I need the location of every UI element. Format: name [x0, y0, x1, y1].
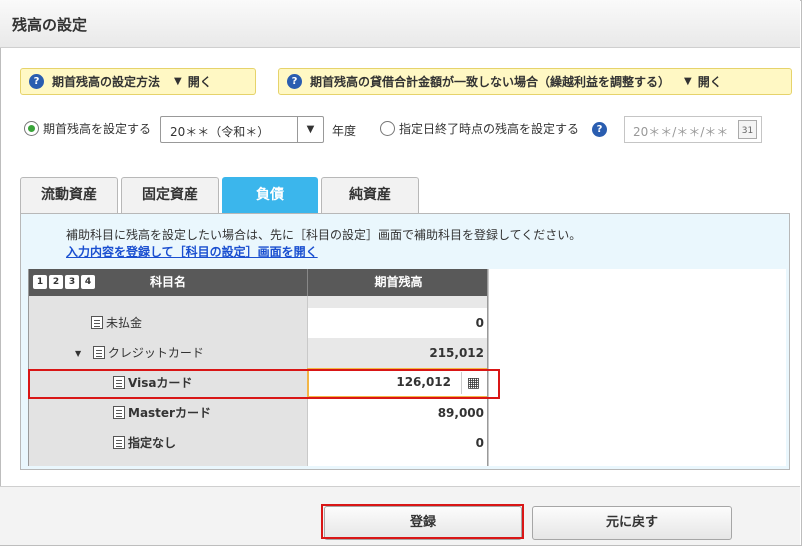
document-icon — [113, 406, 125, 419]
fiscal-year-select[interactable]: 20＊＊（令和＊） ▼ — [160, 116, 324, 143]
column-header-balance: 期首残高 — [307, 269, 487, 296]
collapse-arrow-icon[interactable]: ▼ — [75, 339, 85, 369]
date-field[interactable]: 20＊＊/＊＊/＊＊ 31 — [624, 116, 762, 143]
table-row[interactable]: 未払金 0 — [29, 308, 487, 338]
year-unit-label: 年度 — [332, 124, 357, 138]
help-opening-balance-text: 期首残高の設定方法 — [52, 75, 161, 89]
level-4-button[interactable]: 4 — [81, 275, 95, 289]
highlight-visa-row — [28, 369, 500, 399]
calendar-icon[interactable]: 31 — [738, 120, 757, 139]
balance-cell[interactable]: 0 — [307, 308, 487, 338]
radio-unselected-indicator — [380, 121, 395, 136]
document-icon — [113, 436, 125, 449]
radio-date-balance[interactable]: 指定日終了時点の残高を設定する — [380, 120, 579, 137]
table-row — [29, 458, 487, 466]
table-row[interactable]: Masterカード 89,000 — [29, 398, 487, 428]
help-opening-balance[interactable]: ? 期首残高の設定方法 ▼ 開く — [20, 68, 256, 95]
help-balance-mismatch[interactable]: ? 期首残高の貸借合計金額が一致しない場合（繰越利益を調整する） ▼ 開く — [278, 68, 792, 95]
tab-liabilities[interactable]: 負債 — [222, 177, 318, 214]
account-name: Masterカード — [128, 406, 211, 420]
open-account-settings-link[interactable]: 入力内容を登録して［科目の設定］画面を開く — [66, 243, 318, 260]
balance-grid: 科目名 期首残高 1 2 3 4 未払金 0 ▼ クレジットカード 215,01… — [28, 269, 488, 466]
radio-opening-balance-label: 期首残高を設定する — [43, 122, 152, 136]
radio-opening-balance[interactable]: 期首残高を設定する — [24, 120, 151, 137]
date-field-placeholder: 20＊＊/＊＊/＊＊ — [633, 125, 729, 139]
document-icon — [91, 316, 103, 329]
grid-empty-area — [488, 269, 786, 466]
table-row[interactable]: ▼ クレジットカード 215,012 — [29, 338, 487, 369]
question-icon: ? — [29, 74, 44, 89]
account-name: 未払金 — [106, 316, 143, 330]
title-bar: 残高の設定 — [0, 0, 800, 48]
level-3-button[interactable]: 3 — [65, 275, 79, 289]
revert-button[interactable]: 元に戻す — [532, 506, 732, 540]
account-name: 指定なし — [128, 436, 177, 450]
triangle-down-icon: ▼ — [174, 76, 182, 87]
tab-current-assets[interactable]: 流動資産 — [20, 177, 118, 214]
balance-cell[interactable]: 0 — [307, 428, 487, 458]
chevron-down-icon[interactable]: ▼ — [297, 117, 323, 142]
help-balance-mismatch-text: 期首残高の貸借合計金額が一致しない場合（繰越利益を調整する） — [310, 75, 671, 89]
level-buttons: 1 2 3 4 — [33, 275, 95, 289]
tab-fixed-assets[interactable]: 固定資産 — [121, 177, 219, 214]
level-1-button[interactable]: 1 — [33, 275, 47, 289]
fiscal-year-value: 20＊＊（令和＊） — [170, 125, 270, 139]
tab-net-assets[interactable]: 純資産 — [321, 177, 419, 214]
help-opening-balance-toggle: 開く — [187, 75, 212, 89]
document-icon — [92, 346, 105, 359]
radio-date-balance-label: 指定日終了時点の残高を設定する — [399, 122, 580, 136]
account-name: クレジットカード — [107, 346, 204, 360]
level-2-button[interactable]: 2 — [49, 275, 63, 289]
table-row — [29, 296, 487, 308]
radio-selected-indicator — [24, 121, 39, 136]
table-row[interactable]: 指定なし 0 — [29, 428, 487, 458]
balance-cell[interactable]: 89,000 — [307, 398, 487, 428]
page-title: 残高の設定 — [12, 16, 88, 34]
grid-header: 科目名 期首残高 1 2 3 4 — [29, 269, 487, 296]
balance-total-cell: 215,012 — [307, 338, 487, 368]
help-balance-mismatch-toggle: 開く — [697, 75, 722, 89]
subaccount-notice: 補助科目に残高を設定したい場合は、先に［科目の設定］画面で補助科目を登録してくだ… — [66, 228, 582, 242]
triangle-down-icon: ▼ — [684, 76, 692, 87]
question-icon: ? — [287, 74, 302, 89]
question-icon[interactable]: ? — [592, 122, 607, 137]
highlight-register-button — [321, 504, 524, 539]
